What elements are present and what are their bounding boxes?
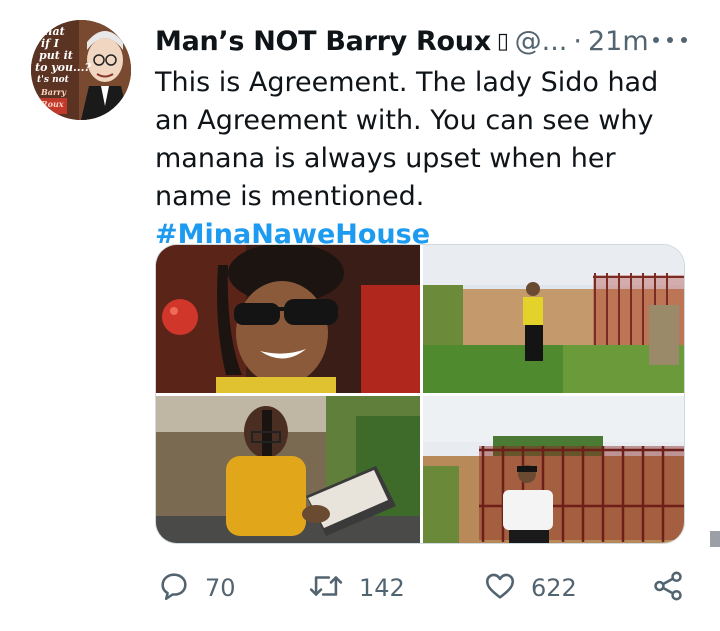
heart-icon	[483, 569, 517, 607]
reply-button[interactable]: 70	[157, 566, 236, 610]
media-grid	[155, 244, 685, 544]
tweet-actions: 70 142 622	[155, 566, 695, 610]
photo-woman-garden-yellow-top[interactable]	[423, 245, 684, 393]
avatar[interactable]: what if I put it to you...? t's not Barr…	[31, 20, 131, 120]
retweet-count: 142	[359, 574, 405, 602]
photo-woman-gate-white-top[interactable]	[423, 396, 684, 543]
display-name[interactable]: Man’s NOT Barry Roux	[155, 26, 491, 57]
avatar-text-line: to you...?	[35, 61, 91, 74]
photo-woman-sunglasses-closeup[interactable]	[156, 245, 420, 393]
tweet-body: This is Agreement. The lady Sido had an …	[155, 67, 659, 212]
retweet-arrows-icon	[307, 569, 345, 607]
share-button[interactable]	[651, 566, 685, 610]
share-nodes-icon	[651, 569, 685, 607]
like-button[interactable]: 622	[483, 566, 577, 610]
photo-woman-reading-book[interactable]	[156, 396, 420, 543]
tweet-text: This is Agreement. The lady Sido had an …	[155, 64, 700, 254]
tweet-header: Man’s NOT Barry Roux ▯ @... · 21m	[155, 24, 695, 58]
scrollbar-thumb[interactable]	[710, 531, 720, 547]
like-count: 622	[531, 574, 577, 602]
timestamp[interactable]: 21m	[588, 26, 649, 57]
reply-count: 70	[205, 574, 236, 602]
avatar-text-line: Roux	[41, 99, 64, 109]
separator-dot: ·	[573, 25, 582, 57]
avatar-text-line: Barry	[41, 87, 67, 97]
display-name-suffix: ▯	[496, 28, 509, 54]
comment-bubble-icon	[157, 569, 191, 607]
retweet-button[interactable]: 142	[307, 566, 405, 610]
more-dots-icon[interactable]	[653, 30, 687, 50]
avatar-text-line: t's not	[37, 75, 69, 85]
handle[interactable]: @...	[515, 26, 568, 57]
